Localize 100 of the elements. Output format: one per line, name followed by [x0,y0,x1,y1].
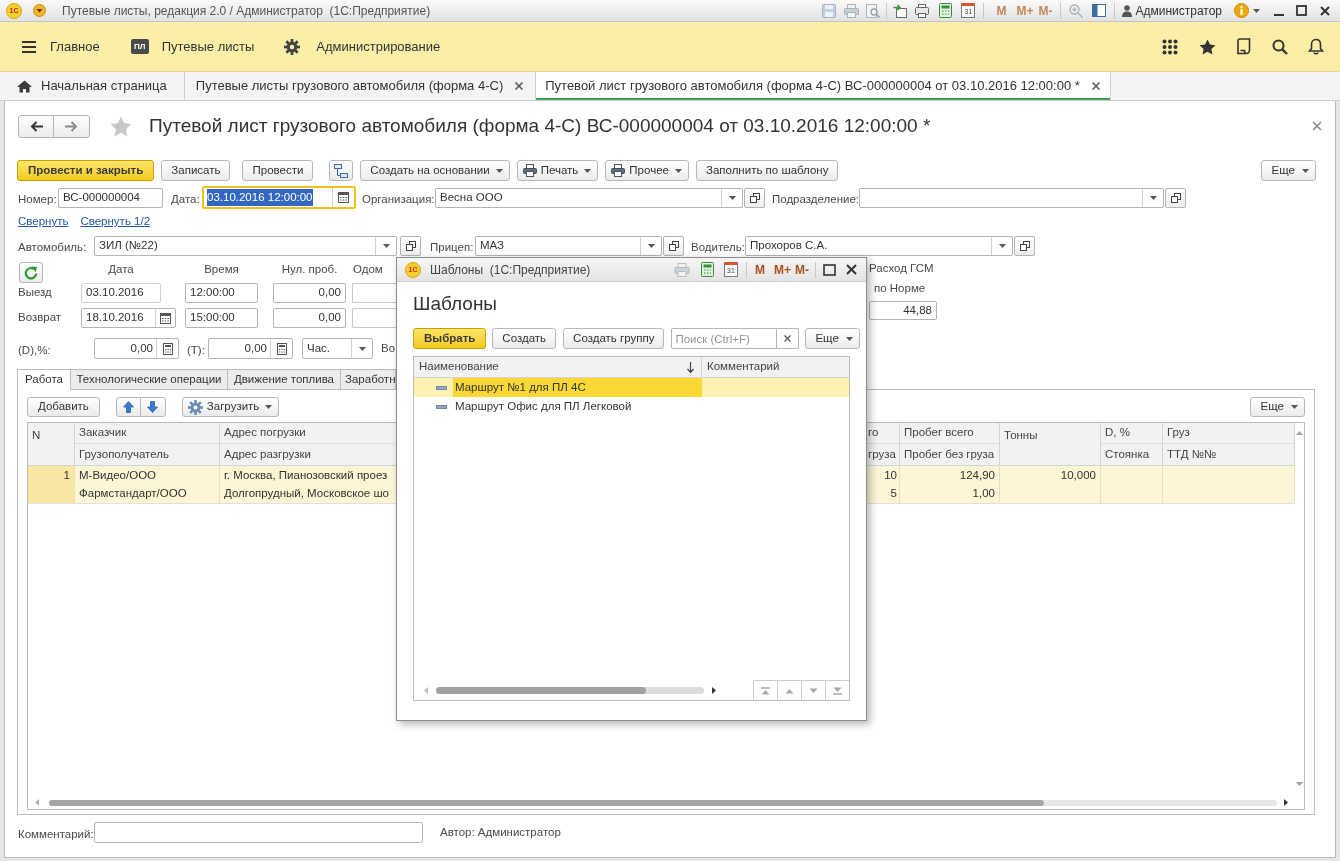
time-field[interactable]: 15:00:00 [185,308,258,328]
input-field[interactable]: ВС-000000004 [58,187,163,208]
open-button[interactable] [663,236,684,256]
calculator-icon[interactable] [939,3,953,18]
calculator-icon[interactable] [162,342,173,355]
down-arrow-icon[interactable] [1296,782,1303,786]
number-field[interactable]: 0,00 [273,283,346,303]
tab[interactable]: Движение топлива [227,369,341,389]
right-arrow-icon[interactable] [712,686,716,694]
document-icon[interactable] [1237,38,1251,55]
scrollbar[interactable] [49,799,1277,806]
up-arrow-icon[interactable] [1296,431,1303,435]
left-arrow-icon [29,120,43,132]
calculator-icon[interactable] [701,262,714,277]
primary-button[interactable]: Провести и закрыть [17,160,155,181]
primary-button[interactable]: Выбрать [413,328,487,349]
open-button[interactable] [744,187,765,208]
toolbar-button[interactable]: Добавить [27,397,100,417]
menu-button[interactable]: Загрузить [181,397,280,417]
star-icon[interactable] [1199,38,1216,55]
open-button[interactable] [400,236,421,256]
close-icon[interactable] [515,82,524,90]
clear-button[interactable] [776,328,800,349]
menu-button[interactable]: Печать [516,160,599,181]
memory-button[interactable]: M [755,263,765,276]
memory-button[interactable]: M- [795,263,809,276]
menu-button[interactable]: Еще [1260,160,1316,181]
move-up-button[interactable] [115,397,141,417]
tab[interactable]: Технологические операции [70,369,228,389]
table-cell-text: 10 [883,467,898,483]
scrollbar-thumb[interactable] [436,686,646,694]
dropdown-field[interactable] [859,187,1164,208]
menu-button[interactable]: Еще [805,328,860,349]
dropdown-field[interactable]: ЗИЛ (№22) [94,236,397,256]
date-field[interactable]: 03.10.2016 [81,283,161,303]
close-icon[interactable] [846,264,857,275]
open-button[interactable] [1165,187,1186,208]
move-down-button[interactable] [139,397,166,417]
number-field[interactable]: 0,00 [273,308,346,328]
structure-button[interactable] [329,160,354,181]
search-field[interactable]: Поиск (Ctrl+F) [671,328,778,349]
number-field[interactable]: 0,00 [208,338,293,359]
toolbar-button[interactable]: Создать [492,328,557,349]
tab[interactable]: Путевой лист грузового автомобиля (форма 4-С) ВС-000000004 от 03.10.2016 12:00:00 * [536,72,1111,100]
collapse-link[interactable]: Свернуть [18,214,69,228]
toolbar-button[interactable]: Заполнить по шаблону [695,160,839,181]
tab[interactable]: Заработн [340,369,397,389]
number-field[interactable]: 0,00 [94,338,179,359]
printer-icon[interactable] [915,3,930,18]
list-row[interactable]: Маршрут №1 для ПЛ 4С [414,378,849,397]
grid-icon[interactable] [1162,38,1178,55]
calendar-icon[interactable] [338,192,349,203]
input-field[interactable] [94,822,423,843]
dropdown-field[interactable]: МАЗ [475,236,662,256]
window-title: Шаблоны (1С:Предприятие) [430,261,591,279]
collapse-link[interactable]: Свернуть 1/2 [80,214,151,228]
close-icon[interactable] [1091,82,1100,90]
tab[interactable]: Начальная страница [0,72,185,100]
date-field[interactable]: 03.10.2016 12:00:00 [202,186,356,209]
section-link[interactable]: Администрирование [284,36,441,57]
toolbar-button[interactable]: Записать [161,160,231,181]
right-arrow-icon[interactable] [1284,799,1288,806]
calculator-icon[interactable] [276,342,287,355]
dropdown-field[interactable]: Прохоров С.А. [745,236,1013,256]
section-link[interactable]: ПЛ Путевые листы [130,36,255,57]
time-field[interactable]: 12:00:00 [185,283,258,303]
menu-button[interactable]: Создать на основании [360,160,510,181]
memory-button[interactable]: M+ [774,263,791,276]
info-icon[interactable] [1234,3,1249,18]
up-arrow-icon [122,401,134,413]
menu-button[interactable]: Прочее [605,160,689,181]
refresh-button[interactable] [19,262,43,283]
toolbar-button[interactable]: Провести [242,160,314,181]
open-button[interactable] [1014,236,1035,256]
back-button[interactable] [18,114,54,138]
maximize-icon[interactable] [823,263,836,276]
star-icon[interactable] [110,115,132,137]
document-arrow-icon[interactable] [893,3,908,18]
number-field[interactable]: 44,88 [869,301,937,320]
date-field[interactable]: 18.10.2016 [81,308,176,328]
table-cell-text: 10,000 [1059,467,1097,483]
scrollbar-thumb[interactable] [49,799,1044,806]
input-field[interactable] [352,308,396,328]
calendar-icon[interactable] [160,312,171,324]
panels-icon[interactable] [1092,4,1107,17]
menu-button[interactable]: Еще [1249,397,1305,417]
bell-icon[interactable] [1308,38,1324,55]
tab[interactable]: Работа [17,369,71,390]
close-icon[interactable] [1320,5,1330,16]
dropdown-field[interactable]: Час. [302,338,373,359]
search-icon[interactable] [1272,38,1288,55]
maximize-icon[interactable] [1296,5,1307,16]
dropdown-field[interactable]: Весна ООО [435,187,743,208]
scrollbar[interactable] [436,686,704,694]
section-link[interactable]: Главное [22,36,100,57]
toolbar-button[interactable]: Создать группу [563,328,665,349]
caret-circle-icon[interactable] [33,4,46,17]
input-field[interactable] [352,283,396,303]
caret-icon [584,168,592,173]
user-name[interactable]: Администратор [1135,1,1222,20]
